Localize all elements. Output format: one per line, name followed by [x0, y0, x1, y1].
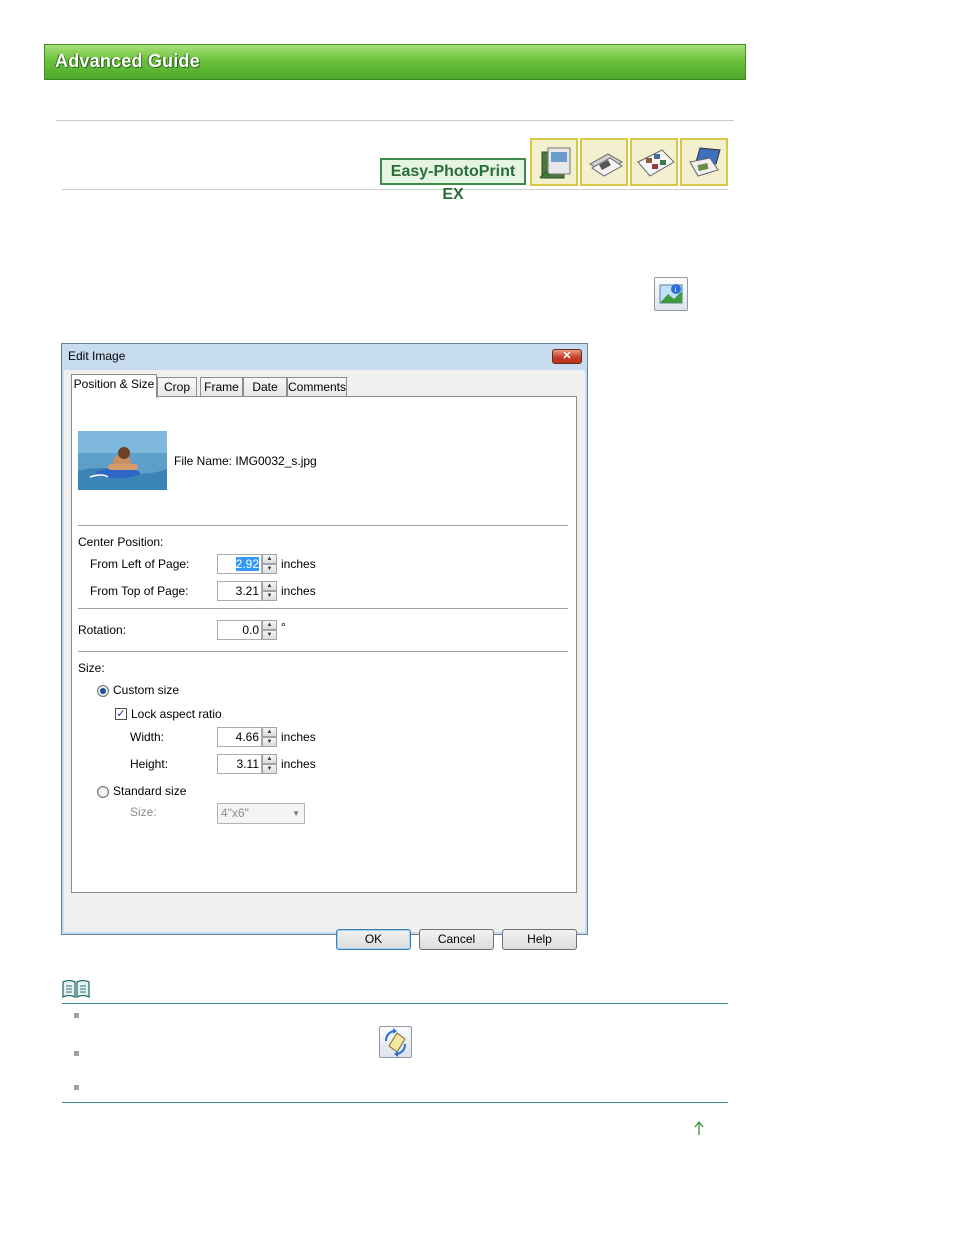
dialog-body: Position & Size Crop Frame Date Comments… — [64, 370, 585, 950]
size-select-label: Size: — [130, 805, 157, 819]
custom-size-label[interactable]: Custom size — [113, 683, 179, 697]
from-left-unit: inches — [281, 557, 316, 571]
lock-aspect-label[interactable]: Lock aspect ratio — [131, 707, 222, 721]
from-top-stepper[interactable]: 3.21 ▲ ▼ — [217, 581, 277, 601]
height-stepper[interactable]: 3.11 ▲ ▼ — [217, 754, 277, 774]
dialog-title: Edit Image — [68, 349, 126, 363]
standard-size-radio[interactable] — [97, 786, 109, 798]
product-label: Easy-PhotoPrint EX — [380, 158, 526, 203]
section-divider — [78, 525, 568, 529]
from-top-label: From Top of Page: — [90, 584, 189, 598]
size-select[interactable]: 4"x6" ▼ — [217, 803, 305, 824]
section-divider — [78, 651, 568, 655]
note-divider — [62, 1003, 728, 1004]
close-button[interactable]: ✕ — [552, 349, 582, 364]
spin-up-icon[interactable]: ▲ — [262, 581, 277, 591]
height-label: Height: — [130, 757, 169, 771]
standard-size-label[interactable]: Standard size — [113, 784, 186, 798]
spin-up-icon[interactable]: ▲ — [262, 554, 277, 564]
width-unit: inches — [281, 730, 316, 744]
rotate-icon[interactable] — [379, 1026, 412, 1058]
note-bullet — [74, 1085, 79, 1090]
spin-down-icon[interactable]: ▼ — [262, 564, 277, 574]
rotation-label: Rotation: — [78, 623, 127, 637]
header-title: Advanced Guide — [55, 51, 200, 71]
tab-crop[interactable]: Crop — [157, 377, 197, 397]
image-properties-icon[interactable]: i — [654, 277, 688, 311]
sticker-icon[interactable] — [630, 138, 678, 186]
width-label: Width: — [130, 730, 165, 744]
rotation-stepper[interactable]: 0.0 ▲ ▼ — [217, 620, 277, 640]
note-bullet — [74, 1051, 79, 1056]
divider — [62, 189, 728, 190]
custom-size-radio[interactable] — [97, 685, 109, 697]
tab-frame[interactable]: Frame — [200, 377, 243, 397]
height-input[interactable]: 3.11 — [217, 754, 262, 774]
from-top-unit: inches — [281, 584, 316, 598]
edit-image-dialog: Edit Image ✕ Position & Size Crop Frame … — [61, 343, 588, 950]
rotation-unit: ° — [281, 620, 286, 634]
from-top-input[interactable]: 3.21 — [217, 581, 262, 601]
center-position-heading: Center Position: — [78, 535, 164, 549]
up-arrow-icon[interactable] — [692, 1120, 706, 1139]
spin-up-icon[interactable]: ▲ — [262, 754, 277, 764]
tab-date[interactable]: Date — [243, 377, 287, 397]
album-icon[interactable] — [530, 138, 578, 186]
tab-comments[interactable]: Comments — [287, 377, 347, 397]
image-preview — [78, 431, 167, 490]
cancel-button[interactable]: Cancel — [419, 929, 494, 950]
width-stepper[interactable]: 4.66 ▲ ▼ — [217, 727, 277, 747]
spin-down-icon[interactable]: ▼ — [262, 630, 277, 640]
width-input[interactable]: 4.66 — [217, 727, 262, 747]
spin-up-icon[interactable]: ▲ — [262, 727, 277, 737]
spin-down-icon[interactable]: ▼ — [262, 591, 277, 601]
ok-button[interactable]: OK — [336, 929, 411, 950]
size-heading: Size: — [78, 661, 105, 675]
calendar-icon[interactable] — [680, 138, 728, 186]
header-banner: Advanced Guide — [44, 44, 746, 80]
height-unit: inches — [281, 757, 316, 771]
section-divider — [78, 608, 568, 612]
tab-panel: File Name: IMG0032_s.jpg Center Position… — [71, 396, 577, 893]
spin-down-icon[interactable]: ▼ — [262, 737, 277, 747]
note-book-icon — [62, 979, 90, 1002]
spin-up-icon[interactable]: ▲ — [262, 620, 277, 630]
chevron-down-icon: ▼ — [292, 809, 300, 818]
lock-aspect-checkbox[interactable]: ✓ — [115, 708, 127, 720]
help-button[interactable]: Help — [502, 929, 577, 950]
page-divider — [62, 1102, 728, 1103]
layout-print-icon[interactable] — [580, 138, 628, 186]
note-bullet — [74, 1013, 79, 1018]
from-left-input[interactable]: 2.92 — [217, 554, 262, 574]
from-left-stepper[interactable]: 2.92 ▲ ▼ — [217, 554, 277, 574]
rotation-input[interactable]: 0.0 — [217, 620, 262, 640]
divider — [56, 120, 734, 121]
spin-down-icon[interactable]: ▼ — [262, 764, 277, 774]
file-name: File Name: IMG0032_s.jpg — [174, 454, 317, 468]
svg-text:i: i — [675, 286, 677, 294]
tab-position-size[interactable]: Position & Size — [71, 374, 157, 398]
from-left-label: From Left of Page: — [90, 557, 190, 571]
